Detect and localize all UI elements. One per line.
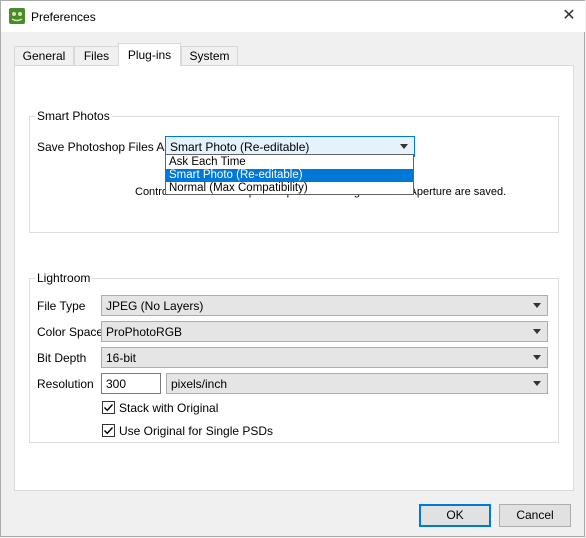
file-type-value: JPEG (No Layers) [106,299,204,313]
tab-files[interactable]: Files [74,46,119,65]
chevron-down-icon [533,381,541,386]
use-original-label: Use Original for Single PSDs [119,424,274,438]
dropdown-option-smart-photo[interactable]: Smart Photo (Re-editable) [166,169,413,182]
chevron-down-icon [533,303,541,308]
resolution-unit-value: pixels/inch [171,377,228,391]
tab-system[interactable]: System [181,46,238,65]
bit-depth-select[interactable]: 16-bit [101,347,548,368]
lightroom-group-label: Lightroom [35,271,93,285]
dropdown-option-normal[interactable]: Normal (Max Compatibility) [166,182,413,195]
save-photoshop-value: Smart Photo (Re-editable) [170,140,310,154]
use-original-checkbox[interactable] [102,424,115,437]
ok-button[interactable]: OK [419,504,491,527]
checkmark-icon [103,404,114,412]
save-photoshop-dropdown-list: Ask Each Time Smart Photo (Re-editable) … [165,154,414,195]
resolution-label: Resolution [37,377,94,391]
color-space-value: ProPhotoRGB [106,325,183,339]
color-space-select[interactable]: ProPhotoRGB [101,321,548,342]
title-bar: Preferences ✕ [1,1,585,32]
color-space-label: Color Space [37,325,104,339]
tab-general[interactable]: General [14,46,74,65]
bit-depth-value: 16-bit [106,351,137,365]
stack-with-original-label: Stack with Original [119,401,219,415]
save-photoshop-label: Save Photoshop Files As: [37,140,174,154]
resolution-input[interactable]: 300 [101,373,161,394]
file-type-label: File Type [37,299,86,313]
bit-depth-label: Bit Depth [37,351,87,365]
window-title: Preferences [31,10,96,24]
lightroom-plugin-icon [9,8,25,24]
close-icon[interactable]: ✕ [557,4,581,28]
tab-plug-ins[interactable]: Plug-ins [118,43,181,66]
checkmark-icon [103,427,114,435]
tab-panel: Smart Photos Save Photoshop Files As: Sm… [14,65,574,491]
dropdown-option-ask-each-time[interactable]: Ask Each Time [166,156,413,169]
chevron-down-icon [533,329,541,334]
cancel-button[interactable]: Cancel [499,504,571,527]
file-type-select[interactable]: JPEG (No Layers) [101,295,548,316]
chevron-down-icon [533,355,541,360]
preferences-window: Preferences ✕ General Files Plug-ins Sys… [0,0,585,537]
stack-with-original-checkbox[interactable] [102,401,115,414]
resolution-unit-select[interactable]: pixels/inch [166,373,548,394]
resolution-value: 300 [106,377,127,391]
chevron-down-icon [400,144,408,149]
smart-photos-group-label: Smart Photos [35,109,112,123]
